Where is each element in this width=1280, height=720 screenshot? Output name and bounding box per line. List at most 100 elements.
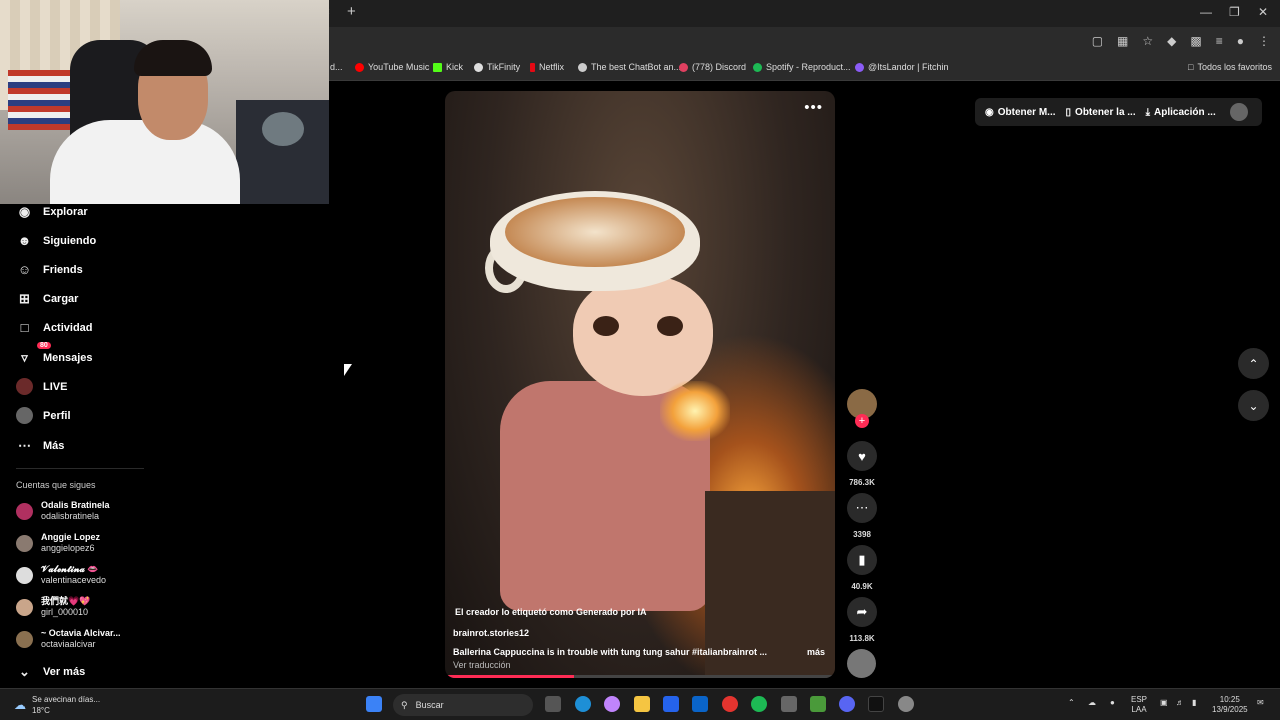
store-icon[interactable] (663, 696, 679, 712)
media-icon[interactable]: ≡ (1216, 34, 1223, 48)
avatar (16, 566, 33, 584)
microphone-icon[interactable]: ● (1110, 698, 1115, 708)
like-button[interactable]: ♥ 786.3K (846, 441, 878, 487)
desktop-app-button[interactable]: ⤓ Aplicación ... (1136, 107, 1216, 118)
folder-icon: □ (1188, 62, 1194, 72)
avatar (16, 502, 33, 520)
discord-icon[interactable] (839, 696, 855, 712)
comment-icon: ⋯ (847, 493, 877, 523)
all-bookmarks[interactable]: □ Todos los favoritos (1188, 62, 1272, 72)
bookmark-discord[interactable]: (778) Discord (679, 62, 746, 72)
menu-kebab-icon[interactable]: ⋮ (1258, 34, 1270, 48)
network-icon[interactable]: ▣ (1160, 698, 1168, 708)
video-player[interactable]: ••• El creador lo etiquetó como Generado… (445, 91, 835, 678)
follow-plus-icon[interactable]: + (855, 414, 869, 428)
profile-icon (16, 407, 33, 424)
more-button[interactable]: más (807, 647, 825, 657)
save-button[interactable]: ▮ 40.9K (846, 545, 878, 591)
get-app-button[interactable]: ▯ Obtener la ... (1056, 107, 1136, 118)
close-icon[interactable]: ✕ (1258, 5, 1268, 19)
translate-link[interactable]: Ver traducción (453, 660, 829, 670)
bookmark-tikfinity[interactable]: TikFinity (474, 62, 520, 72)
new-tab-button[interactable]: + (347, 3, 356, 20)
bookmark-youtube-music[interactable]: YouTube Music (355, 62, 429, 72)
following-account[interactable]: 𝓥𝓪𝓵𝓮𝓷𝓽𝓲𝓷𝓪 👄 valentinacevedo (16, 564, 106, 586)
messages-badge: 80 (37, 342, 51, 349)
windows-start-icon[interactable] (366, 696, 382, 712)
share-icon: ➦ (847, 597, 877, 627)
messages-icon: ▿ (21, 349, 28, 365)
sidebar-item-actividad[interactable]: □ Actividad (16, 319, 93, 336)
tiktok-icon[interactable] (868, 696, 884, 712)
file-explorer-icon[interactable] (634, 696, 650, 712)
minecraft-icon[interactable] (810, 696, 826, 712)
upload-icon: ⊞ (19, 290, 30, 306)
chevron-down-icon: ⌄ (1248, 398, 1259, 413)
creator-avatar[interactable]: + (846, 389, 878, 428)
minimize-icon[interactable]: — (1200, 5, 1212, 19)
video-menu-icon[interactable]: ••• (804, 99, 823, 116)
profile-avatar-icon[interactable]: ● (1237, 34, 1244, 48)
sidebar-item-live[interactable]: LIVE (16, 378, 67, 395)
obs-icon[interactable] (781, 696, 797, 712)
onedrive-icon[interactable]: ☁ (1088, 698, 1096, 708)
sidebar-item-explorar[interactable]: ◉ Explorar (16, 203, 88, 220)
sidebar-item-friends[interactable]: ☺ Friends (16, 261, 83, 278)
extension-diamond-icon[interactable]: ◆ (1167, 34, 1176, 48)
video-progress-bar[interactable] (445, 675, 835, 678)
spotify-icon[interactable] (751, 696, 767, 712)
star-icon[interactable]: ☆ (1142, 34, 1153, 48)
following-account[interactable]: 我們就💗💖 girl_000010 (16, 596, 90, 618)
notification-icon[interactable]: ✉ (1257, 698, 1264, 708)
chatbot-icon (578, 62, 587, 72)
bookmark-0[interactable]: d... (330, 62, 343, 72)
following-title: Cuentas que sigues (16, 480, 96, 490)
edge-icon[interactable] (575, 696, 591, 712)
app-icon[interactable] (898, 696, 914, 712)
next-video-button[interactable]: ⌄ (1238, 390, 1269, 421)
translate-icon[interactable]: ▦ (1117, 34, 1128, 48)
get-coins-button[interactable]: ◉ Obtener M... (975, 107, 1056, 118)
avatar (16, 598, 33, 616)
video-author[interactable]: brainrot.stories12 (453, 628, 829, 638)
avatar (16, 630, 33, 648)
heart-icon: ♥ (847, 441, 877, 471)
sidebar-item-perfil[interactable]: Perfil (16, 407, 71, 424)
sidebar-item-siguiendo[interactable]: ☻ Siguiendo (16, 232, 97, 249)
following-account[interactable]: Odalis Bratinela odalisbratinela (16, 500, 110, 522)
share-button[interactable]: ➦ 113.8K (846, 597, 878, 643)
tray-chevron-icon[interactable]: ⌃ (1068, 698, 1075, 708)
bookmark-fitchin[interactable]: @ItsLandor | Fitchin (855, 62, 949, 72)
bookmark-netflix[interactable]: Netflix (530, 62, 564, 72)
taskbar-search[interactable]: ⚲ Buscar (393, 694, 533, 716)
sidebar-item-mensajes[interactable]: ▿ 80 Mensajes (16, 342, 93, 366)
comment-button[interactable]: ⋯ 3398 (846, 493, 878, 539)
video-caption: El creador lo etiquetó como Generado por… (453, 607, 829, 670)
battery-icon[interactable]: ▮ (1192, 698, 1196, 708)
following-account[interactable]: Anggie Lopez anggielopez6 (16, 532, 100, 554)
volume-icon[interactable]: ♬ (1176, 698, 1184, 708)
task-view-icon[interactable] (545, 696, 561, 712)
mouse-cursor (344, 364, 352, 376)
netflix-icon (530, 62, 535, 72)
cast-icon[interactable]: ▢ (1092, 34, 1103, 48)
outlook-icon[interactable] (692, 696, 708, 712)
see-more-button[interactable]: ⌄ Ver más (16, 663, 85, 680)
sidebar-item-mas[interactable]: ⋯ Más (16, 437, 64, 454)
restore-icon[interactable]: ❐ (1229, 5, 1240, 19)
copilot-icon[interactable] (604, 696, 620, 712)
extensions-icon[interactable]: ▩ (1190, 34, 1201, 48)
user-avatar[interactable] (1229, 103, 1248, 121)
clock[interactable]: 10:25 13/9/2025 (1212, 695, 1248, 715)
bookmark-chatbot[interactable]: The best ChatBot an... (578, 62, 681, 72)
bookmark-kick[interactable]: Kick (433, 62, 463, 72)
weather-widget[interactable]: ☁ Se avecinan días... 18°C (14, 694, 100, 716)
bookmark-spotify[interactable]: Spotify - Reproduct... (753, 62, 851, 72)
language-indicator[interactable]: ESP LAA (1131, 695, 1147, 715)
music-disc-icon[interactable] (847, 649, 876, 678)
following-account[interactable]: ~ Octavia Alcivar... octaviaalcivar (16, 628, 120, 650)
live-icon (16, 378, 33, 395)
sidebar-item-cargar[interactable]: ⊞ Cargar (16, 290, 78, 307)
chrome-icon[interactable] (722, 696, 738, 712)
previous-video-button[interactable]: ⌃ (1238, 348, 1269, 379)
